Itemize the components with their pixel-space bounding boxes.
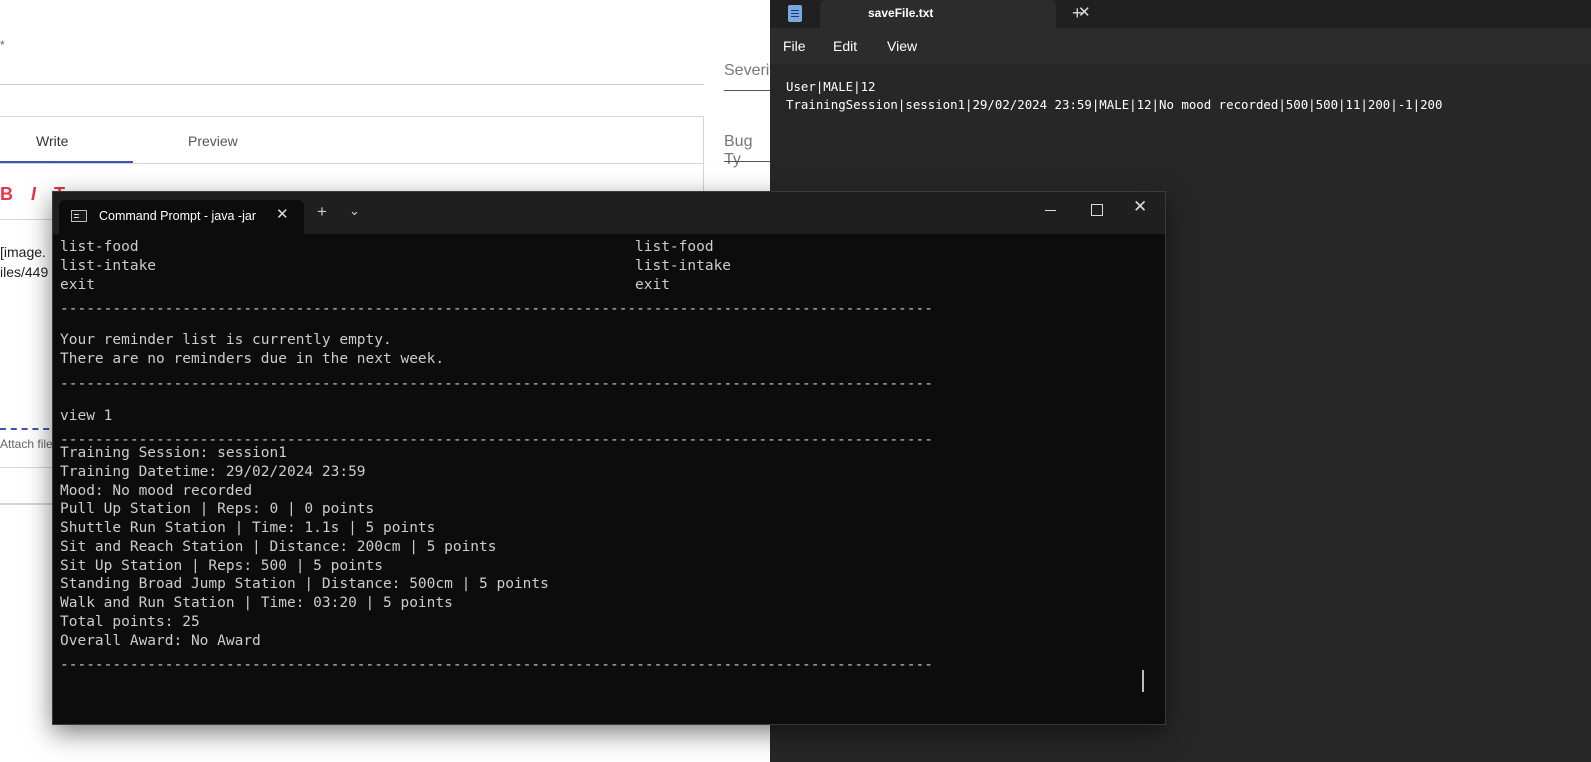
command-input-echo: view 1 [60,407,112,426]
minimize-icon[interactable] [1045,203,1059,217]
title-input-underline[interactable] [0,84,704,85]
terminal-line: Training Datetime: 29/02/2024 23:59 [60,463,366,480]
notepad-menu-bar: File Edit View [770,28,1591,64]
menu-file[interactable]: File [783,38,806,54]
terminal-line: Walk and Run Station | Time: 03:20 | 5 p… [60,595,453,611]
terminal-line: Sit Up Station | Reps: 500 | 5 points [60,557,384,574]
terminal-line: Total points: 25 [60,613,200,630]
new-tab-icon[interactable]: + [317,202,327,222]
terminal-line: Mood: No mood recorded [60,482,253,499]
bold-icon[interactable]: B [0,184,31,204]
terminal-output-col1: list-food list-intake exit [60,238,156,294]
cmd-icon [71,210,87,222]
severity-field-label[interactable]: Severit [724,62,774,80]
terminal-line: Training Session: session1 [60,445,287,461]
terminal-tab-title: Command Prompt - java -jar [99,209,256,223]
drop-zone-border [0,428,60,430]
editor-text-line[interactable]: [image. [0,244,46,260]
terminal-line: Standing Broad Jump Station | Distance: … [60,576,549,593]
terminal-output-col2: list-food list-intake exit [635,238,731,294]
severity-field-underline [724,90,774,91]
terminal-tab[interactable]: Command Prompt - java -jar ✕ [59,200,304,234]
terminal-line: list-intake [60,257,157,274]
required-asterisk: * [0,38,5,52]
notepad-tab-bar: saveFile.txt ✕ + [770,0,1591,28]
terminal-line: Your reminder list is currently empty. [60,332,392,348]
separator-line: ----------------------------------------… [60,376,933,392]
tabs-divider [0,163,704,164]
scrollbar-thumb[interactable] [1142,670,1144,692]
close-icon[interactable]: ✕ [276,205,289,223]
terminal-title-bar[interactable]: Command Prompt - java -jar ✕ + ⌄ ✕ [53,192,1165,234]
editor-bottom-border [0,504,60,505]
terminal-line: Pull Up Station | Reps: 0 | 0 points [60,501,375,518]
maximize-icon[interactable] [1091,204,1103,216]
tab-write[interactable]: Write [36,133,68,149]
notepad-line: User|MALE|12 [786,79,876,94]
attach-files-link[interactable]: Attach file [0,437,53,451]
close-window-icon[interactable]: ✕ [1133,197,1147,217]
terminal-line: exit [60,276,95,293]
chevron-down-icon[interactable]: ⌄ [349,203,360,219]
notepad-icon [788,5,802,22]
tab-preview[interactable]: Preview [188,133,238,149]
menu-view[interactable]: View [887,38,917,54]
separator-line: ----------------------------------------… [60,657,933,673]
notepad-tab-title: saveFile.txt [868,6,934,20]
session-output: Training Session: session1 Training Date… [60,444,549,650]
terminal-line: exit [635,276,670,293]
menu-edit[interactable]: Edit [833,38,857,54]
new-tab-icon[interactable]: + [1072,3,1083,24]
notepad-line: TrainingSession|session1|29/02/2024 23:5… [786,97,1443,112]
terminal-line: Overall Award: No Award [60,632,261,649]
notepad-tab[interactable]: saveFile.txt ✕ [820,0,1091,28]
editor-text-line[interactable]: iles/449 [0,264,48,280]
terminal-line: There are no reminders due in the next w… [60,350,445,367]
bug-type-field-underline [724,161,774,162]
terminal-command: view 1 [60,408,113,424]
notepad-text-area[interactable]: User|MALE|12 TrainingSession|session1|29/… [786,78,1442,114]
attach-divider [0,467,60,468]
separator-line: ----------------------------------------… [60,301,933,317]
terminal-line: list-food [635,239,714,255]
reminder-output: Your reminder list is currently empty. T… [60,331,444,369]
terminal-line: list-intake [635,257,732,274]
italic-icon[interactable]: I [31,184,54,204]
terminal-line: Sit and Reach Station | Distance: 200cm … [60,538,497,555]
command-prompt-window: Command Prompt - java -jar ✕ + ⌄ ✕ list-… [52,191,1166,725]
bug-type-field-label[interactable]: Bug Ty [724,133,770,169]
terminal-line: Shuttle Run Station | Time: 1.1s | 5 poi… [60,520,436,536]
terminal-line: list-food [60,239,139,255]
